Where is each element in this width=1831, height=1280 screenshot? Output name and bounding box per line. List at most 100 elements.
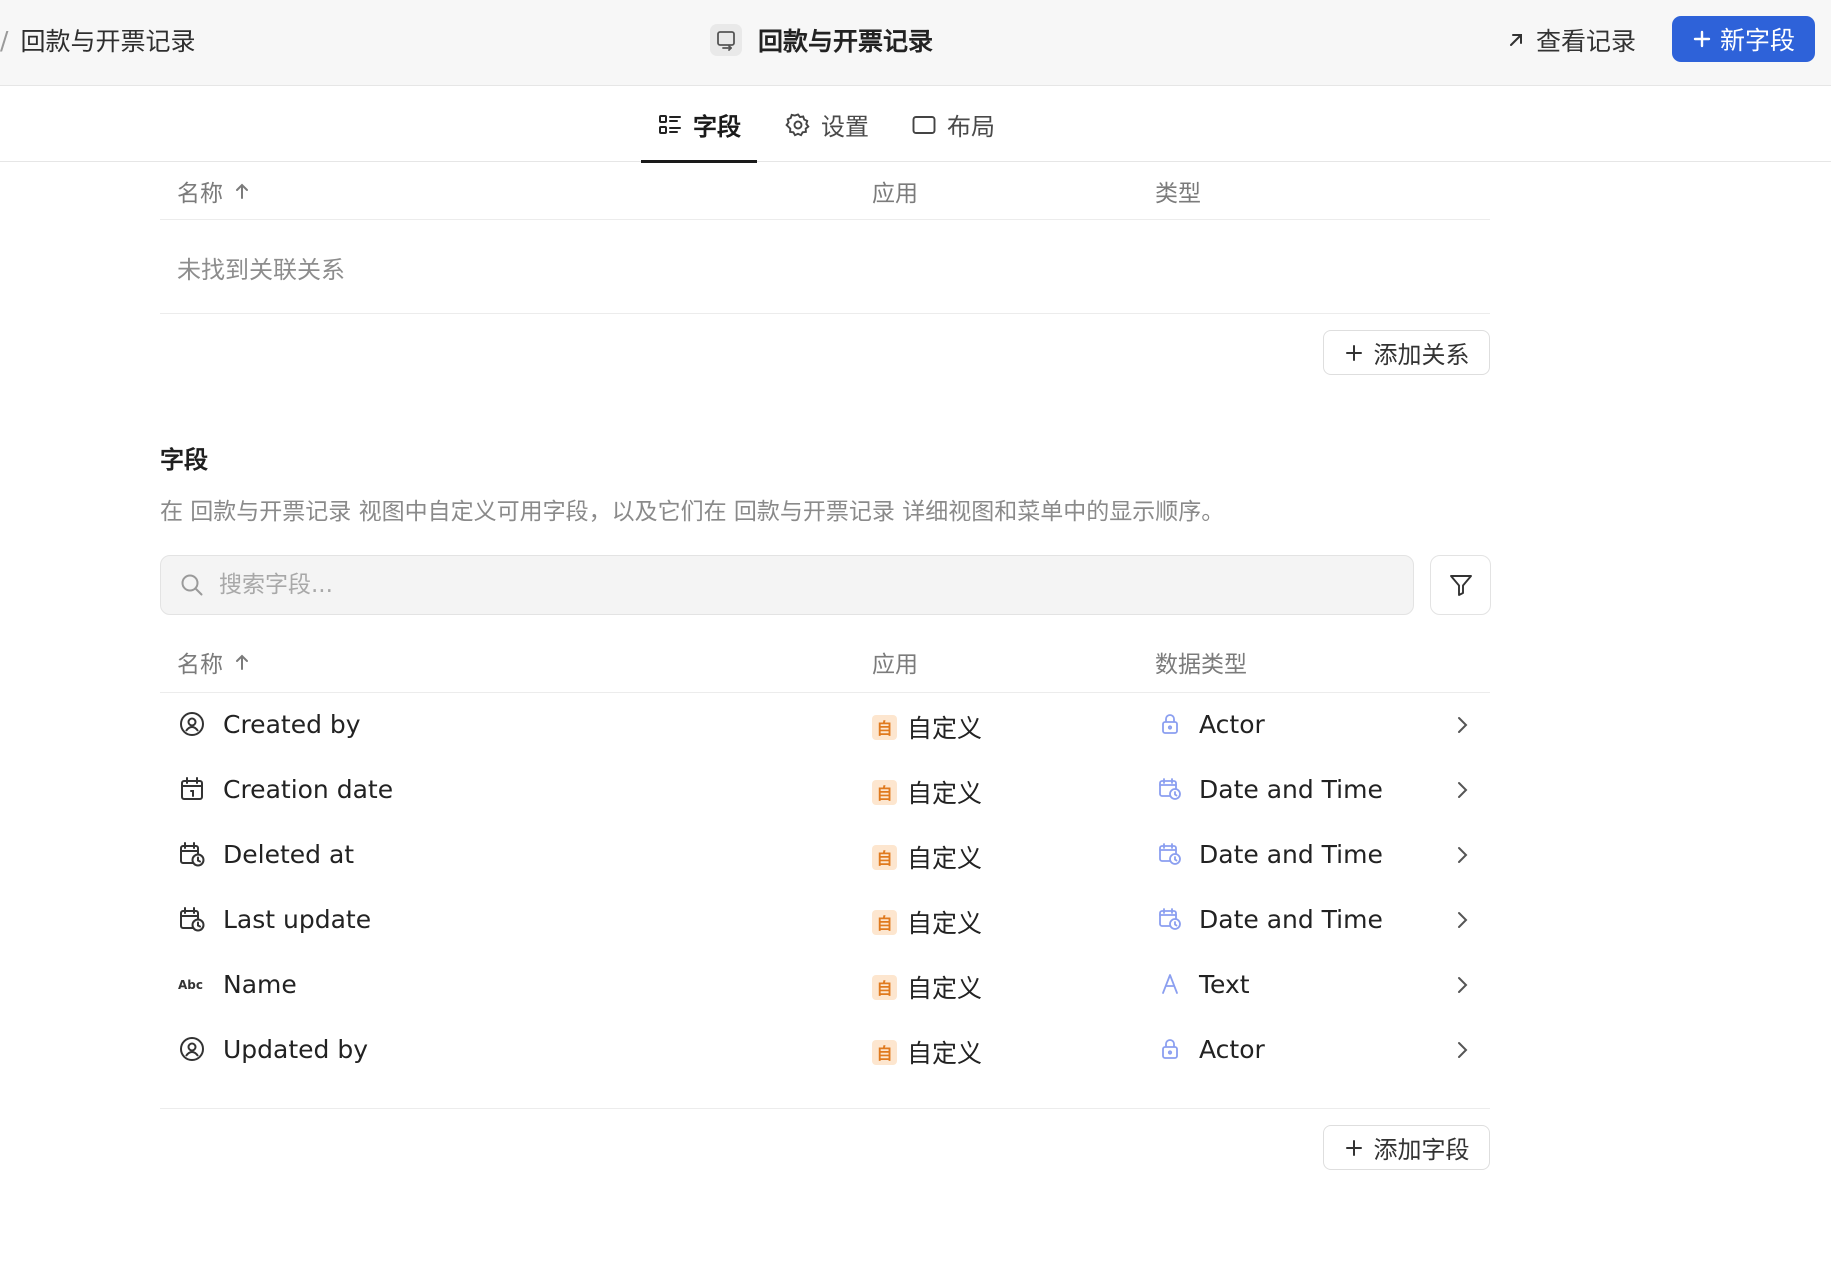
field-type: Date and Time (1199, 904, 1383, 934)
breadcrumb-separator: / (0, 25, 9, 55)
field-name: Created by (223, 709, 361, 739)
object-icon (710, 24, 742, 56)
col-type-label: 数据类型 (1155, 652, 1247, 678)
field-type-cell: Date and Time (1155, 839, 1383, 869)
field-type-cell: Date and Time (1155, 774, 1383, 804)
field-type: Date and Time (1199, 774, 1383, 804)
fields-col-app: 应用 (872, 645, 918, 679)
calendar-clock-icon (1155, 774, 1185, 804)
user-circle-icon (177, 709, 207, 739)
fields-col-name[interactable]: 名称 (177, 645, 251, 679)
field-app: 自定义 (907, 714, 983, 743)
filter-button[interactable] (1430, 555, 1491, 615)
field-app: 自定义 (907, 1039, 983, 1068)
field-type: Date and Time (1199, 839, 1383, 869)
svg-text:Abc: Abc (178, 978, 203, 992)
chevron-right-icon[interactable] (1450, 778, 1474, 802)
app-badge: 自 (872, 779, 897, 805)
search-icon (181, 574, 203, 596)
fields-section-description: 在 回款与开票记录 视图中自定义可用字段，以及它们在 回款与开票记录 详细视图和… (160, 499, 1225, 525)
new-field-label: 新字段 (1719, 26, 1795, 55)
field-name-cell: Last update (177, 904, 371, 934)
field-type: Actor (1199, 1034, 1265, 1064)
add-relation-label: 添加关系 (1373, 341, 1470, 369)
fields-section-title: 字段 (160, 446, 208, 474)
page-title: 回款与开票记录 (758, 27, 934, 56)
fields-col-type: 数据类型 (1155, 645, 1247, 679)
app-badge: 自 (872, 1039, 897, 1065)
field-app-cell: 自 自定义 (872, 839, 982, 875)
chevron-right-icon[interactable] (1450, 843, 1474, 867)
tab-label: 布局 (947, 113, 995, 141)
calendar-icon (177, 774, 207, 804)
field-app-cell: 自 自定义 (872, 1034, 982, 1070)
plus-icon (1693, 30, 1711, 48)
add-relation-button[interactable]: 添加关系 (1323, 330, 1490, 375)
col-app-label: 应用 (872, 181, 918, 207)
col-type-label: 类型 (1155, 181, 1201, 207)
field-name: Updated by (223, 1034, 369, 1064)
table-row[interactable]: Updated by 自 自定义 Actor (160, 1018, 1490, 1083)
chevron-right-icon[interactable] (1450, 713, 1474, 737)
page-title-group: 回款与开票记录 (710, 22, 933, 58)
lock-icon (1155, 1034, 1185, 1064)
calendar-clock-icon (1155, 904, 1185, 934)
view-records-link[interactable]: 查看记录 (1506, 22, 1636, 58)
field-name-cell: Creation date (177, 774, 393, 804)
tab-layout[interactable]: 布局 (911, 87, 995, 162)
tab-label: 字段 (693, 113, 741, 141)
table-row[interactable]: Creation date 自 自定义 Date and Time (160, 758, 1490, 823)
relations-table-header: 名称 应用 类型 (160, 162, 1490, 220)
field-name-cell: Abc Name (177, 969, 297, 999)
calendar-clock-icon (1155, 839, 1185, 869)
fields-table-body: Created by 自 自定义 Actor Creation date 自 自… (160, 693, 1490, 1083)
list-icon (659, 114, 681, 134)
field-type-cell: Date and Time (1155, 904, 1383, 934)
table-row[interactable]: Created by 自 自定义 Actor (160, 693, 1490, 758)
tab-label: 设置 (821, 113, 869, 141)
filter-icon (1449, 575, 1472, 596)
breadcrumb: / 回款与开票记录 (0, 22, 195, 58)
relations-empty-state: 未找到关联关系 (160, 220, 1490, 314)
field-name-cell: Deleted at (177, 839, 354, 869)
col-app-label: 应用 (872, 652, 918, 678)
relations-col-type: 类型 (1155, 174, 1201, 208)
field-type: Text (1199, 969, 1250, 999)
col-name-label: 名称 (177, 181, 223, 207)
field-type-cell: Actor (1155, 709, 1265, 739)
calendar-clock-icon (177, 904, 207, 934)
search-input[interactable] (219, 572, 1319, 598)
chevron-right-icon[interactable] (1450, 908, 1474, 932)
plus-icon (1345, 344, 1362, 361)
table-row[interactable]: Abc Name 自 自定义 Text (160, 953, 1490, 1018)
empty-text: 未找到关联关系 (177, 256, 345, 284)
field-name: Name (223, 969, 297, 999)
field-app: 自定义 (907, 909, 983, 938)
chevron-right-icon[interactable] (1450, 973, 1474, 997)
breadcrumb-item[interactable]: 回款与开票记录 (20, 22, 195, 58)
add-field-button[interactable]: 添加字段 (1323, 1125, 1490, 1170)
table-row[interactable]: Last update 自 自定义 Date and Time (160, 888, 1490, 953)
chevron-right-icon[interactable] (1450, 1038, 1474, 1062)
field-type: Actor (1199, 709, 1265, 739)
calendar-clock-icon (177, 839, 207, 869)
arrow-up-icon (236, 654, 248, 670)
new-field-button[interactable]: 新字段 (1672, 16, 1815, 62)
field-app-cell: 自 自定义 (872, 709, 982, 745)
add-field-label: 添加字段 (1373, 1136, 1470, 1164)
relations-col-app: 应用 (872, 174, 918, 208)
view-records-label: 查看记录 (1536, 27, 1637, 56)
field-app-cell: 自 自定义 (872, 904, 982, 940)
field-type-cell: Actor (1155, 1034, 1265, 1064)
field-name: Last update (223, 904, 372, 934)
tab-settings[interactable]: 设置 (785, 87, 869, 162)
tab-fields[interactable]: 字段 (641, 87, 757, 163)
field-app: 自定义 (907, 844, 983, 873)
lock-icon (1155, 709, 1185, 739)
tab-bar: 字段 设置 布局 (0, 87, 1831, 163)
table-row[interactable]: Deleted at 自 自定义 Date and Time (160, 823, 1490, 888)
app-badge: 自 (872, 974, 897, 1000)
relations-col-name[interactable]: 名称 (177, 174, 251, 208)
abc-text-icon: Abc (177, 969, 207, 999)
user-circle-icon (177, 1034, 207, 1064)
